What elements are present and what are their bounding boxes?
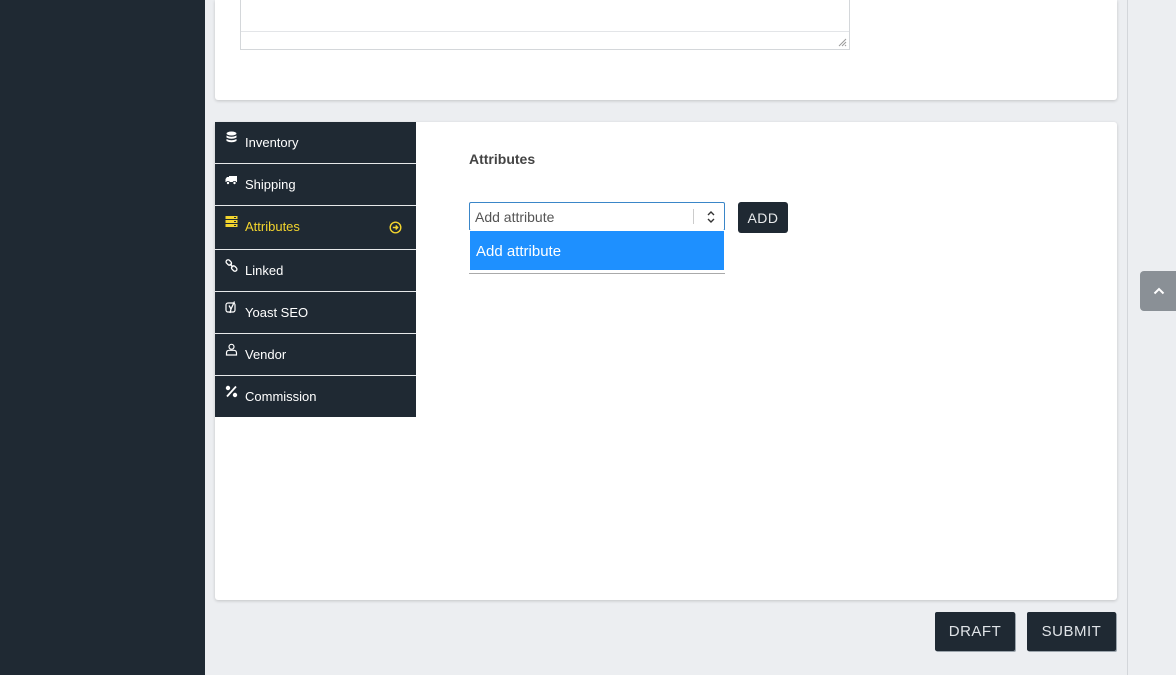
link-icon <box>225 259 238 272</box>
product-data-tabs: Inventory Shipping Attributes Linked Yoa… <box>215 122 416 417</box>
tab-label: Yoast SEO <box>245 305 309 320</box>
tab-attributes[interactable]: Attributes <box>215 206 416 250</box>
dropdown-option[interactable]: Add attribute <box>470 231 724 270</box>
submit-button[interactable]: SUBMIT <box>1027 612 1116 651</box>
yoast-icon <box>225 301 236 314</box>
resize-grip-icon[interactable] <box>837 37 847 47</box>
option-label: Add attribute <box>476 243 562 260</box>
tab-linked[interactable]: Linked <box>215 250 416 292</box>
left-sidebar <box>0 0 205 675</box>
product-data-card: Inventory Shipping Attributes Linked Yoa… <box>215 122 1117 600</box>
scroll-to-top-button[interactable] <box>1140 271 1176 311</box>
database-icon <box>226 131 237 143</box>
percent-icon <box>225 385 238 398</box>
select-arrows-icon <box>707 211 715 223</box>
draft-button[interactable]: DRAFT <box>935 612 1015 651</box>
tab-label: Commission <box>245 389 317 404</box>
attributes-heading: Attributes <box>469 151 536 167</box>
chevron-up-icon <box>1153 287 1165 295</box>
description-card <box>215 0 1117 100</box>
tab-label: Attributes <box>245 219 300 234</box>
user-icon <box>225 343 238 356</box>
tab-yoast-seo[interactable]: Yoast SEO <box>215 292 416 334</box>
description-textarea[interactable] <box>240 0 850 50</box>
tab-label: Linked <box>245 263 284 278</box>
select-divider <box>693 209 694 224</box>
select-value: Add attribute <box>475 209 555 225</box>
tab-label: Shipping <box>245 177 296 192</box>
tab-shipping[interactable]: Shipping <box>215 164 416 206</box>
page-edge-divider <box>1127 0 1128 675</box>
add-attribute-button[interactable]: ADD <box>738 202 788 233</box>
attribute-dropdown-list: Add attribute <box>469 230 725 274</box>
tab-vendor[interactable]: Vendor <box>215 334 416 376</box>
add-attribute-select[interactable]: Add attribute <box>469 202 725 231</box>
arrow-circle-right-icon <box>389 221 402 234</box>
tab-inventory[interactable]: Inventory <box>215 122 416 164</box>
truck-icon <box>225 176 237 185</box>
textarea-status-bar <box>241 31 849 49</box>
tab-label: Vendor <box>245 347 287 362</box>
server-icon <box>225 216 238 227</box>
tab-commission[interactable]: Commission <box>215 376 416 417</box>
tab-label: Inventory <box>245 135 299 150</box>
